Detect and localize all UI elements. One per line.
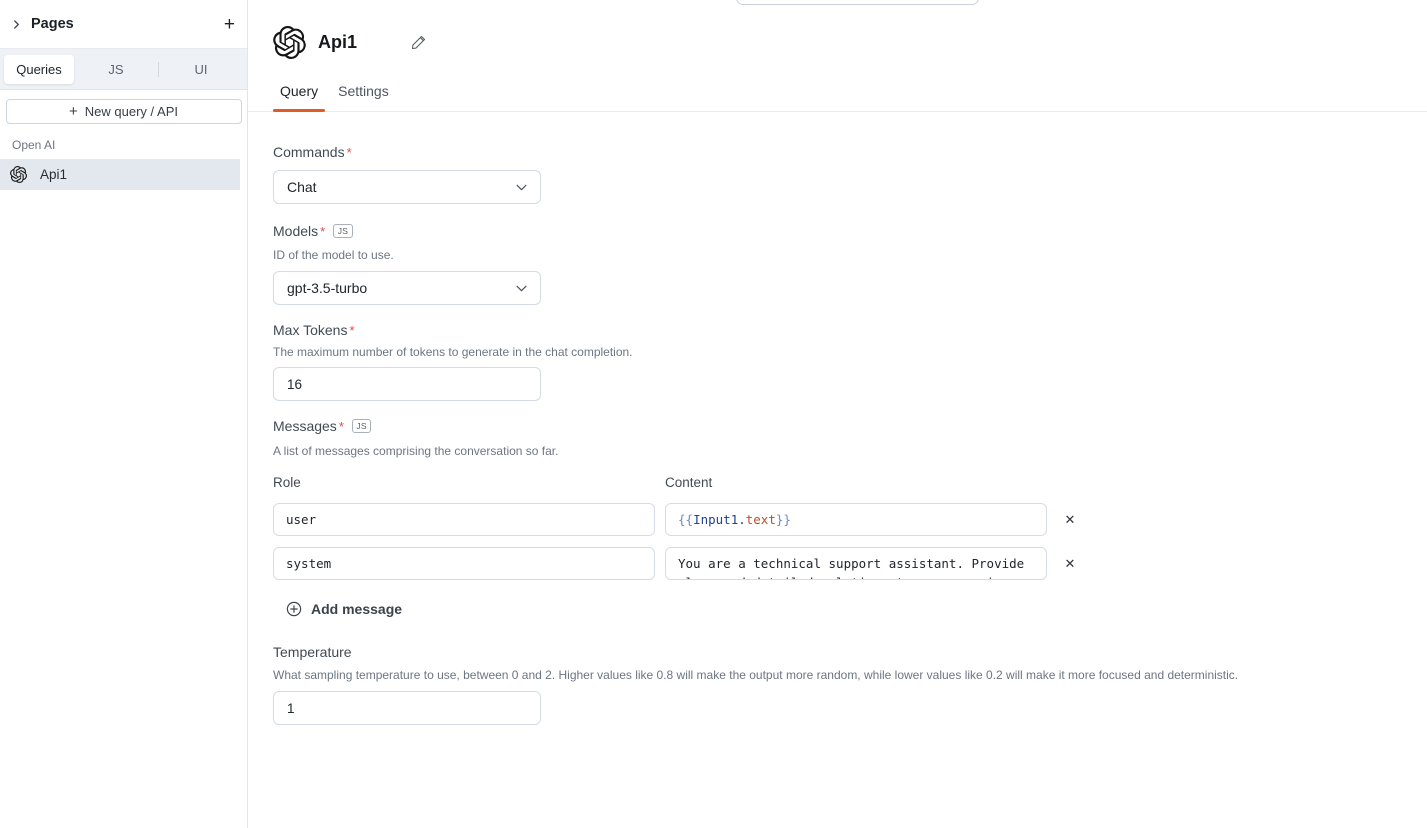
tab-query[interactable]: Query: [280, 83, 318, 111]
field-temperature: Temperature What sampling temperature to…: [273, 644, 1402, 725]
cutoff-canvas-widget: [736, 0, 979, 5]
code-dot: .: [738, 512, 746, 527]
query-settings-tab-bar: Query Settings: [248, 59, 1427, 112]
edit-pencil-icon[interactable]: [411, 35, 426, 50]
pages-header[interactable]: Pages +: [0, 0, 247, 49]
query-title: Api1: [318, 32, 357, 53]
new-query-button[interactable]: + New query / API: [6, 99, 242, 124]
query-header: Api1: [248, 0, 1427, 59]
messages-label: Messages: [273, 418, 337, 434]
query-group-label: Open AI: [12, 138, 247, 152]
tab-settings[interactable]: Settings: [338, 83, 389, 111]
openai-logo-icon: [10, 166, 27, 183]
chevron-down-icon: [516, 184, 527, 191]
models-selected-value: gpt-3.5-turbo: [287, 280, 367, 296]
add-page-button[interactable]: +: [224, 15, 235, 34]
max-tokens-label: Max Tokens: [273, 322, 347, 338]
commands-selected-value: Chat: [287, 179, 317, 195]
models-select[interactable]: gpt-3.5-turbo: [273, 271, 541, 305]
add-message-button[interactable]: Add message: [286, 601, 402, 617]
temperature-input[interactable]: [273, 691, 541, 725]
message-role-input[interactable]: [273, 503, 655, 536]
required-asterisk: *: [339, 419, 344, 434]
code-brace: }}: [776, 512, 791, 527]
sidebar-tab-js[interactable]: JS: [74, 55, 158, 84]
sidebar-tab-bar: Queries JS UI: [0, 49, 247, 90]
openai-logo-icon: [273, 26, 306, 59]
field-max-tokens: Max Tokens* The maximum number of tokens…: [273, 322, 1402, 401]
query-form: Commands* Chat Models* JS ID of the mode…: [248, 112, 1427, 725]
main-panel: Api1 Query Settings Commands* Chat: [248, 0, 1427, 828]
temperature-label: Temperature: [273, 644, 352, 660]
temperature-description: What sampling temperature to use, betwee…: [273, 668, 1402, 682]
message-content-input[interactable]: {{Input1.text}}: [665, 503, 1047, 536]
pages-label: Pages: [31, 16, 74, 32]
models-label: Models: [273, 223, 318, 239]
field-messages: Messages* JS A list of messages comprisi…: [273, 418, 1402, 617]
app-root: Pages + Queries JS UI + New query / API …: [0, 0, 1427, 828]
field-models: Models* JS ID of the model to use. gpt-3…: [273, 223, 1402, 305]
code-property: text: [746, 512, 776, 527]
plus-icon: +: [69, 104, 78, 119]
sidebar-tab-queries[interactable]: Queries: [4, 55, 74, 84]
js-badge[interactable]: JS: [352, 419, 372, 433]
js-badge[interactable]: JS: [333, 224, 353, 238]
required-asterisk: *: [347, 145, 352, 160]
code-entity: Input1: [693, 512, 738, 527]
content-text-line-clipped: clear and detailed solutions to user que…: [678, 573, 1034, 580]
new-query-label: New query / API: [85, 104, 178, 119]
max-tokens-description: The maximum number of tokens to generate…: [273, 345, 1402, 359]
sidebar: Pages + Queries JS UI + New query / API …: [0, 0, 248, 828]
code-brace: {{: [678, 512, 693, 527]
field-commands: Commands* Chat: [273, 144, 1402, 204]
commands-label: Commands: [273, 144, 345, 160]
messages-description: A list of messages comprising the conver…: [273, 444, 1402, 458]
delete-message-button[interactable]: ✕: [1063, 554, 1078, 574]
chevron-down-icon: [516, 285, 527, 292]
max-tokens-input[interactable]: [273, 367, 541, 401]
models-description: ID of the model to use.: [273, 248, 1402, 262]
sidebar-item-api1[interactable]: Api1: [0, 159, 240, 190]
required-asterisk: *: [349, 323, 354, 338]
message-role-input[interactable]: [273, 547, 655, 580]
commands-select[interactable]: Chat: [273, 170, 541, 204]
circle-plus-icon: [286, 601, 302, 617]
add-message-label: Add message: [311, 601, 402, 617]
sidebar-tab-ui[interactable]: UI: [159, 55, 243, 84]
message-content-input[interactable]: You are a technical support assistant. P…: [665, 547, 1047, 580]
sidebar-item-label: Api1: [40, 167, 67, 182]
content-text-line: You are a technical support assistant. P…: [678, 554, 1034, 573]
messages-grid: Role Content {{Input1.text}} ✕ You are a…: [273, 475, 1402, 580]
required-asterisk: *: [320, 224, 325, 239]
column-header-role: Role: [273, 475, 655, 492]
delete-message-button[interactable]: ✕: [1063, 510, 1078, 530]
chevron-right-icon[interactable]: [12, 20, 21, 29]
column-header-content: Content: [665, 475, 1047, 492]
